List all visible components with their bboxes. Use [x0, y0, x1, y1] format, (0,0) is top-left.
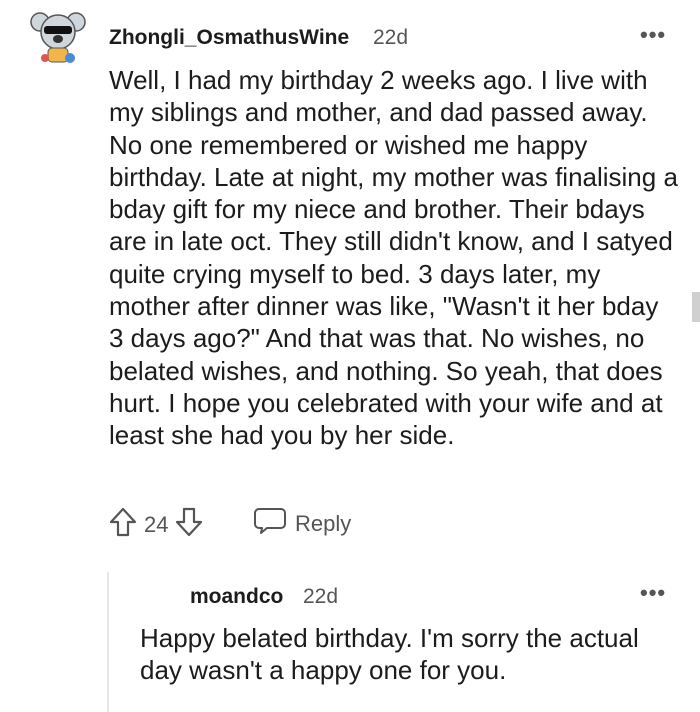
- upvote-arrow-icon[interactable]: [108, 506, 138, 543]
- koala-avatar-icon: [30, 12, 86, 63]
- vote-count: 24: [144, 511, 169, 537]
- reply-timestamp: 22d: [303, 585, 339, 608]
- comment-body: Well, I had my birthday 2 weeks ago. I l…: [109, 65, 678, 451]
- thread-line[interactable]: [107, 572, 109, 712]
- reply-more-options-icon[interactable]: •••: [640, 580, 666, 606]
- speech-bubble-icon: [253, 506, 287, 541]
- more-options-icon[interactable]: •••: [640, 22, 666, 48]
- user-avatar[interactable]: [30, 8, 86, 68]
- reply-body: Happy belated birthday. I'm sorry the ac…: [140, 623, 639, 686]
- vote-controls: 24: [108, 506, 204, 543]
- comment-username[interactable]: Zhongli_OsmathusWine: [109, 26, 349, 50]
- comment-timestamp: 22d: [373, 26, 409, 49]
- reply-button[interactable]: Reply: [253, 506, 351, 541]
- downvote-arrow-icon[interactable]: [174, 506, 204, 543]
- reply-username[interactable]: moandco: [190, 585, 283, 609]
- scrollbar-thumb[interactable]: [692, 292, 700, 322]
- reply-label: Reply: [295, 510, 352, 536]
